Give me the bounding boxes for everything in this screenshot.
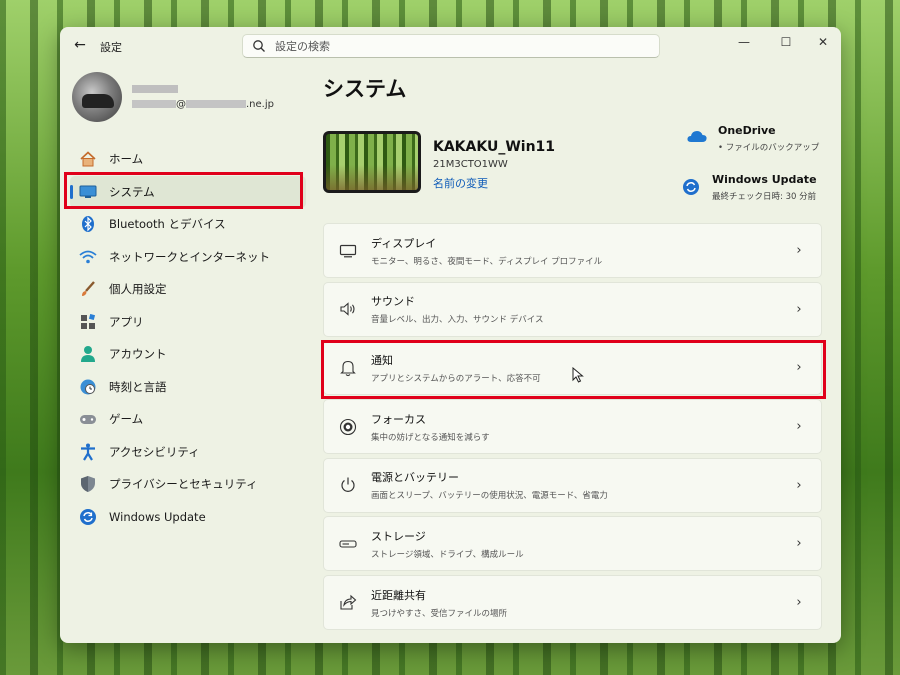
highlight-box-system [64, 172, 303, 209]
update-icon [78, 507, 98, 527]
settings-row-display[interactable]: ディスプレイ モニター、明るさ、夜間モード、ディスプレイ プロファイル › [323, 223, 822, 278]
settings-row-power[interactable]: 電源とバッテリー 画面とスリープ、バッテリーの使用状況、電源モード、省電力 › [323, 457, 822, 513]
sidebar-item-network[interactable]: ネットワークとインターネット [70, 241, 306, 274]
search-box[interactable] [242, 34, 660, 58]
row-subtitle: 画面とスリープ、バッテリーの使用状況、電源モード、省電力 [371, 491, 608, 502]
onedrive-icon [687, 131, 707, 142]
user-name-redacted [132, 85, 178, 93]
chevron-right-icon: › [796, 243, 802, 258]
bluetooth-icon [78, 214, 98, 234]
row-title: ディスプレイ [371, 236, 437, 250]
row-subtitle: ストレージ領域、ドライブ、構成ルール [371, 549, 524, 560]
sidebar-item-privacy-security[interactable]: プライバシーとセキュリティ [70, 468, 306, 501]
search-input[interactable] [275, 38, 645, 55]
windows-update-subtitle: 最終チェック日時: 30 分前 [712, 192, 817, 202]
focus-icon [337, 416, 359, 438]
row-title: 電源とバッテリー [371, 471, 459, 485]
row-title: 近距離共有 [371, 588, 426, 602]
power-icon [337, 474, 359, 496]
accessibility-icon [78, 442, 98, 462]
sidebar-item-label: プライバシーとセキュリティ [109, 477, 258, 492]
email-domain: .ne.jp [246, 99, 274, 110]
apps-icon [78, 312, 98, 332]
email-redaction [186, 100, 246, 108]
close-icon[interactable]: ✕ [808, 31, 838, 53]
speaker-icon [337, 298, 359, 320]
display-icon [337, 240, 359, 262]
sidebar-item-label: ネットワークとインターネット [109, 249, 270, 264]
back-arrow-icon[interactable]: ← [72, 37, 88, 53]
sidebar-item-bluetooth[interactable]: Bluetooth とデバイス [70, 208, 306, 241]
sidebar-item-label: Windows Update [109, 509, 206, 524]
sidebar-item-label: Bluetooth とデバイス [109, 217, 226, 232]
sidebar-item-accessibility[interactable]: アクセシビリティ [70, 436, 306, 469]
chevron-right-icon: › [796, 536, 802, 552]
gamepad-icon [78, 409, 98, 429]
settings-row-focus[interactable]: フォーカス 集中の妨げとなる通知を減らす › [323, 399, 822, 455]
sidebar-item-label: アプリ [109, 314, 144, 329]
chevron-right-icon: › [796, 595, 802, 611]
account-icon [78, 344, 98, 364]
storage-icon [337, 533, 359, 555]
settings-row-storage[interactable]: ストレージ ストレージ領域、ドライブ、構成ルール › [323, 516, 822, 572]
search-icon [253, 40, 265, 52]
settings-list: ディスプレイ モニター、明るさ、夜間モード、ディスプレイ プロファイル › サウ… [323, 223, 822, 634]
row-title: フォーカス [371, 412, 426, 426]
row-subtitle: 見つけやすさ、受信ファイルの場所 [371, 608, 508, 619]
rename-link[interactable]: 名前の変更 [433, 175, 488, 191]
chevron-right-icon: › [796, 301, 802, 317]
brush-icon [78, 279, 98, 299]
windows-update-title: Windows Update [712, 173, 817, 186]
sidebar-item-apps[interactable]: アプリ [70, 306, 306, 339]
chevron-right-icon: › [796, 477, 802, 493]
sidebar-item-time-language[interactable]: 時刻と言語 [70, 371, 306, 404]
chevron-right-icon: › [796, 419, 802, 435]
clock-globe-icon [78, 377, 98, 397]
onedrive-status[interactable]: OneDrive • ファイルのバックアップ [718, 124, 819, 153]
row-title: ストレージ [371, 529, 426, 543]
wifi-icon [78, 247, 98, 267]
settings-row-nearby-sharing[interactable]: 近距離共有 見つけやすさ、受信ファイルの場所 › [323, 575, 822, 631]
device-wallpaper-thumbnail [323, 131, 421, 193]
settings-window: ← 設定 — ☐ ✕ @.ne.jp ホーム シス [60, 27, 841, 643]
sidebar-item-personalization[interactable]: 個人用設定 [70, 273, 306, 306]
share-icon [337, 592, 359, 614]
shield-icon [78, 474, 98, 494]
sidebar-item-label: ホーム [109, 152, 144, 167]
device-name: KAKAKU_Win11 [433, 139, 556, 155]
sidebar-item-label: 時刻と言語 [109, 379, 167, 394]
windows-update-icon [683, 179, 699, 195]
row-subtitle: モニター、明るさ、夜間モード、ディスプレイ プロファイル [371, 256, 603, 267]
sidebar-item-label: ゲーム [109, 412, 144, 427]
sidebar-item-home[interactable]: ホーム [70, 143, 306, 176]
settings-row-sound[interactable]: サウンド 音量レベル、出力、入力、サウンド デバイス › [323, 281, 822, 337]
email-redaction [132, 100, 176, 108]
onedrive-title: OneDrive [718, 124, 776, 137]
sidebar-item-label: 個人用設定 [109, 282, 167, 297]
minimize-icon[interactable]: — [729, 31, 759, 53]
row-subtitle: 音量レベル、出力、入力、サウンド デバイス [371, 315, 544, 326]
onedrive-subtitle: • ファイルのバックアップ [718, 143, 820, 153]
mouse-cursor-icon [572, 367, 584, 383]
email-at: @ [176, 99, 186, 110]
app-title: 設定 [100, 41, 122, 54]
sidebar-item-gaming[interactable]: ゲーム [70, 403, 306, 436]
sidebar-item-label: アクセシビリティ [109, 444, 200, 459]
maximize-icon[interactable]: ☐ [771, 31, 801, 53]
user-email: @ .ne.jp [132, 99, 274, 110]
title-bar: ← 設定 — ☐ ✕ [60, 27, 841, 65]
page-title: システム [323, 77, 407, 101]
windows-update-status[interactable]: Windows Update 最終チェック日時: 30 分前 [712, 173, 817, 202]
device-model: 21M3CTO1WW [433, 159, 508, 170]
row-subtitle: 集中の妨げとなる通知を減らす [371, 432, 490, 443]
sidebar-item-accounts[interactable]: アカウント [70, 338, 306, 371]
sidebar-item-windows-update[interactable]: Windows Update [70, 501, 306, 534]
sidebar-item-label: アカウント [109, 347, 167, 362]
home-icon [78, 149, 98, 169]
avatar[interactable] [72, 72, 122, 122]
row-title: サウンド [371, 295, 415, 309]
